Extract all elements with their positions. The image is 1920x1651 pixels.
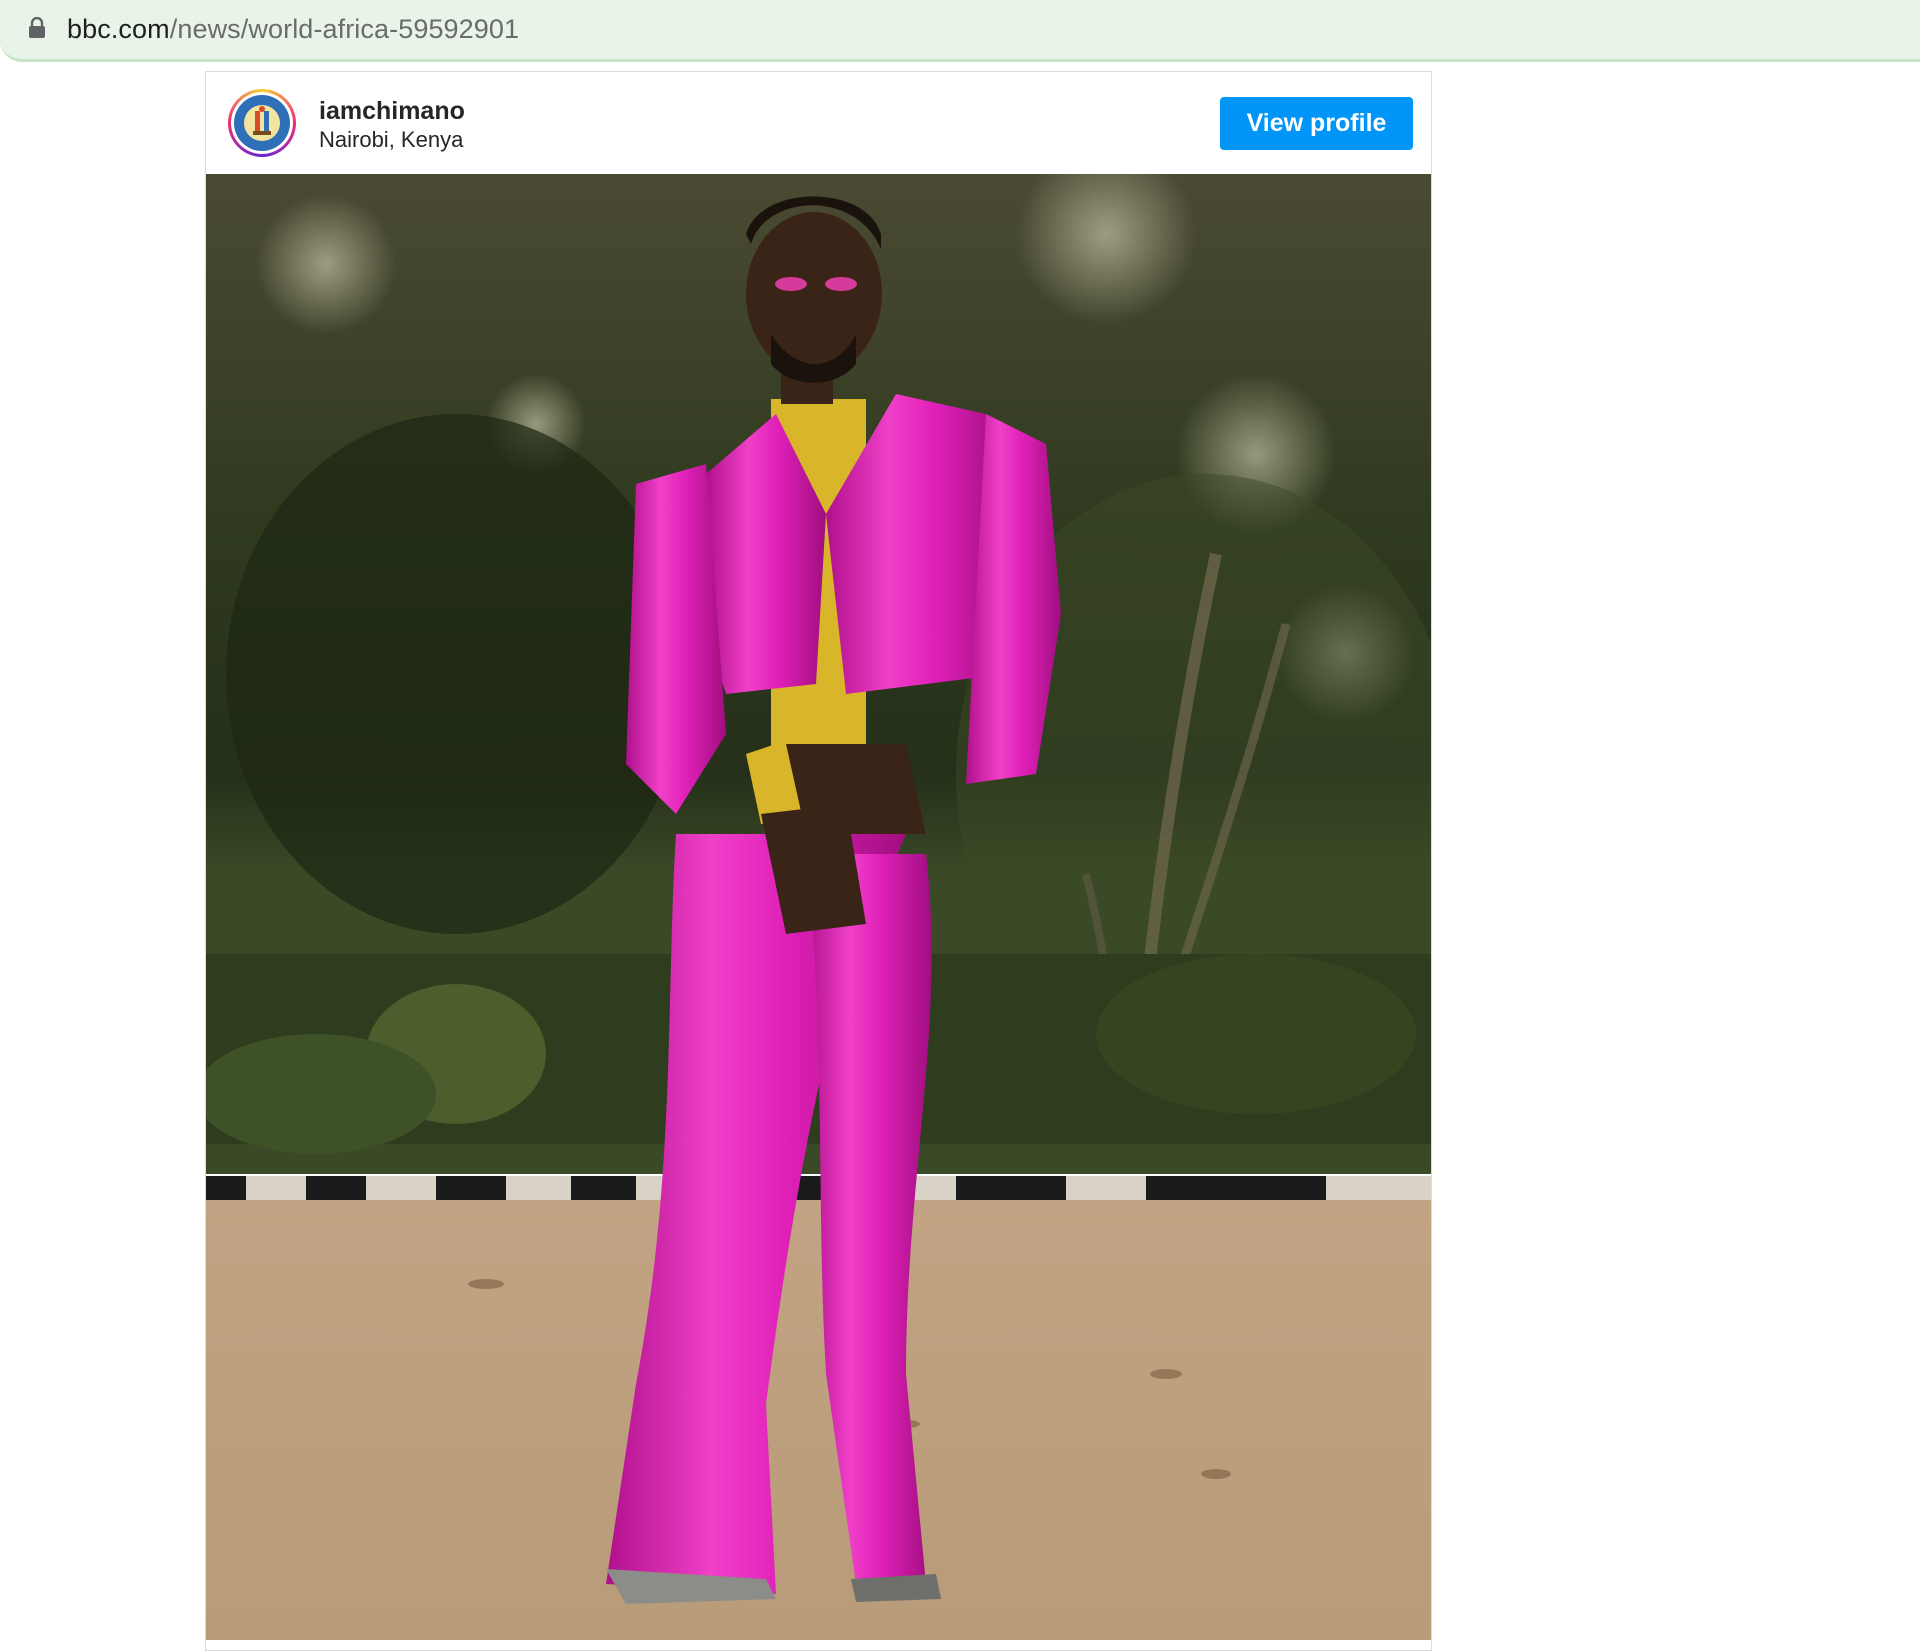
- profile-avatar-icon: [234, 95, 290, 151]
- view-profile-button[interactable]: View profile: [1220, 97, 1413, 150]
- username[interactable]: iamchimano: [319, 96, 465, 126]
- avatar-ring: [231, 92, 293, 154]
- url-domain: bbc.com: [67, 14, 170, 44]
- profile-avatar[interactable]: [228, 89, 296, 157]
- post-location[interactable]: Nairobi, Kenya: [319, 127, 463, 153]
- post-photo-image[interactable]: [206, 174, 1431, 1640]
- embed-header: iamchimano Nairobi, Kenya View profile: [206, 72, 1431, 173]
- url-path: /news/world-africa-59592901: [169, 14, 520, 44]
- instagram-embed: iamchimano Nairobi, Kenya View profile: [205, 71, 1432, 1651]
- address-bar[interactable]: bbc.com/news/world-africa-59592901: [0, 0, 1920, 62]
- lock-icon: [29, 17, 45, 38]
- url-text[interactable]: bbc.com/news/world-africa-59592901: [67, 13, 519, 45]
